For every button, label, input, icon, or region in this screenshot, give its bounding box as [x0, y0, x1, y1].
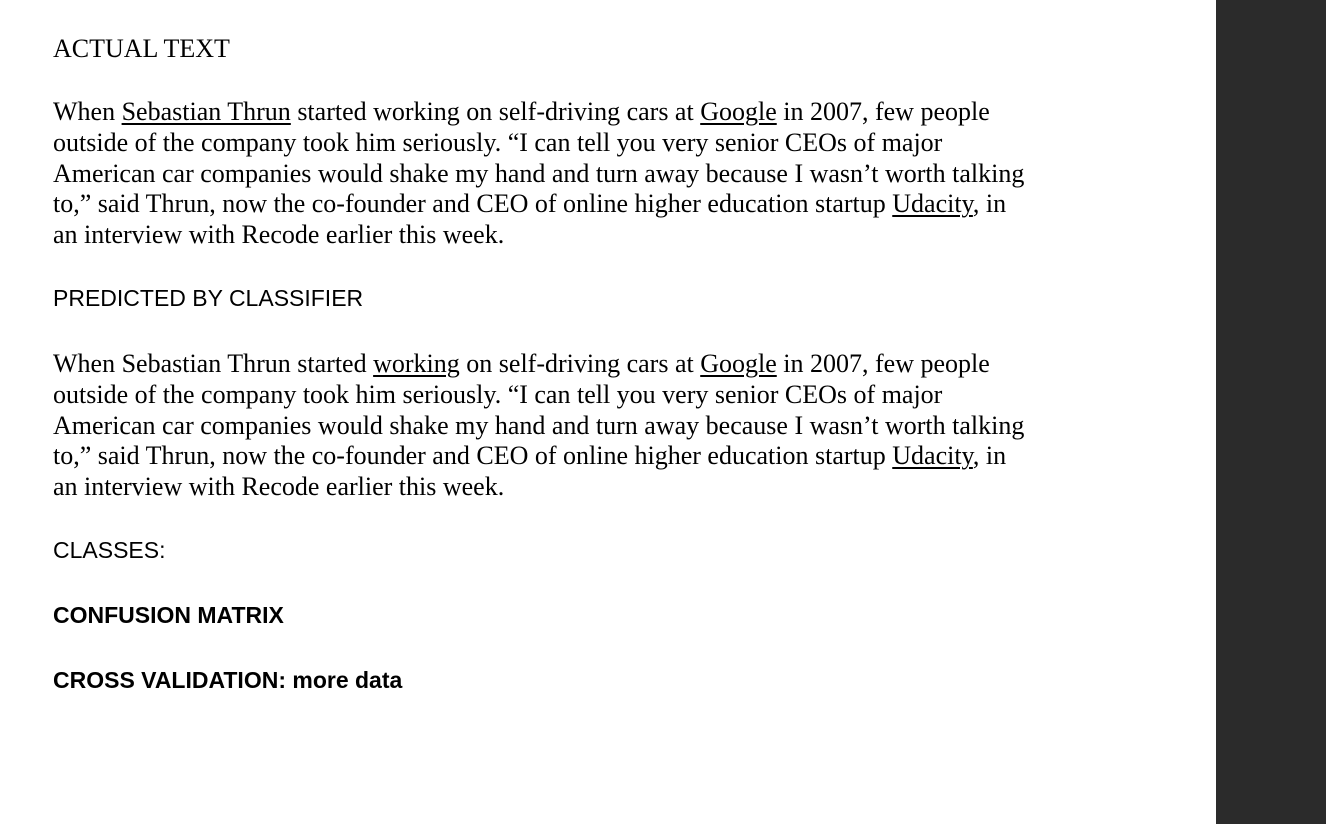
underlined-entity-working: working: [373, 349, 460, 378]
paragraph-line: outside of the company took him seriousl…: [53, 127, 943, 157]
text-span: When Sebastian Thrun started: [53, 349, 374, 378]
paragraph-line: to,” said Thrun, now the co-founder and …: [53, 441, 1063, 472]
predicted-by-classifier-heading: PREDICTED BY CLASSIFIER: [53, 285, 364, 311]
underlined-entity-sebastian-thrun: Sebastian Thrun: [121, 97, 291, 126]
confusion-matrix-heading: CONFUSION MATRIX: [53, 602, 284, 628]
paragraph-line: to,” said Thrun, now the co-founder and …: [53, 189, 1063, 220]
paragraph-line: an interview with Recode earlier this we…: [53, 472, 505, 502]
cross-validation-heading: CROSS VALIDATION: more data: [53, 667, 403, 693]
underlined-entity-google: Google: [700, 349, 777, 378]
classes-heading: CLASSES:: [53, 537, 166, 563]
text-span: , in: [972, 441, 1007, 471]
actual-text-paragraph: When Sebastian Thrun started working on …: [53, 97, 1063, 251]
text-span: in 2007, few people: [776, 97, 990, 126]
text-span: When: [53, 97, 122, 126]
text-span: on self-driving cars at: [459, 349, 701, 378]
text-span: to,” said Thrun, now the co-founder and …: [53, 189, 893, 219]
underlined-entity-google: Google: [700, 97, 777, 126]
actual-text-heading: ACTUAL TEXT: [53, 34, 230, 63]
paragraph-line: When Sebastian Thrun started working on …: [53, 97, 1063, 128]
paragraph-line: American car companies would shake my ha…: [53, 158, 1025, 188]
text-span: started working on self-driving cars at: [290, 97, 701, 126]
underlined-entity-udacity: Udacity: [892, 189, 973, 219]
paragraph-line: When Sebastian Thrun started working on …: [53, 349, 1063, 380]
text-span: to,” said Thrun, now the co-founder and …: [53, 441, 893, 471]
paragraph-line: outside of the company took him seriousl…: [53, 379, 943, 409]
underlined-entity-udacity: Udacity: [892, 441, 973, 471]
text-span: , in: [972, 189, 1007, 219]
document-page: ACTUAL TEXT When Sebastian Thrun started…: [0, 0, 1216, 824]
predicted-text-paragraph: When Sebastian Thrun started working on …: [53, 349, 1063, 503]
paragraph-line: an interview with Recode earlier this we…: [53, 220, 505, 250]
text-span: in 2007, few people: [776, 349, 990, 378]
paragraph-line: American car companies would shake my ha…: [53, 410, 1025, 440]
side-panel: [1216, 0, 1326, 824]
